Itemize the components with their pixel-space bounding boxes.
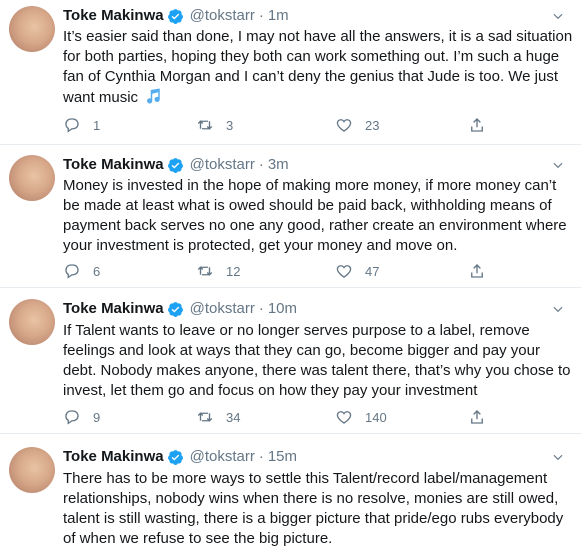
- tweet[interactable]: Toke Makinwa @tokstarr · 3m Money is inv…: [0, 145, 581, 288]
- like-count: 140: [365, 409, 387, 425]
- like-button[interactable]: 47: [335, 261, 379, 281]
- reply-button[interactable]: 6: [63, 261, 100, 281]
- reply-button[interactable]: 1: [63, 115, 100, 135]
- tweet[interactable]: Toke Makinwa @tokstarr · 15m There has t…: [0, 434, 581, 549]
- tweet[interactable]: Toke Makinwa @tokstarr · 1m It’s easier …: [0, 0, 581, 145]
- reply-icon: [65, 264, 79, 279]
- retweet-button[interactable]: 3: [196, 115, 233, 135]
- musical-note-icon: [147, 88, 160, 104]
- avatar[interactable]: [9, 6, 55, 52]
- like-button[interactable]: 140: [335, 407, 387, 427]
- author-name[interactable]: Toke Makinwa: [63, 155, 164, 175]
- share-icon: [471, 118, 483, 132]
- author-handle[interactable]: @tokstarr: [190, 155, 255, 175]
- author-handle[interactable]: @tokstarr: [190, 299, 255, 319]
- separator-dot: ·: [258, 7, 264, 24]
- timestamp[interactable]: 1m: [268, 6, 289, 26]
- retweet-count: 12: [226, 263, 241, 279]
- like-count: 47: [365, 263, 380, 279]
- author-handle[interactable]: @tokstarr: [190, 447, 255, 467]
- share-icon: [471, 410, 483, 424]
- avatar[interactable]: [9, 299, 55, 345]
- verified-badge-icon: [167, 8, 183, 24]
- retweet-icon: [197, 266, 213, 276]
- retweet-count: 34: [226, 409, 241, 425]
- separator-dot: ·: [258, 448, 264, 465]
- tweet-actions: 9 34 140: [63, 407, 523, 427]
- tweet-body: If Talent wants to leave or no longer se…: [63, 322, 571, 399]
- tweet-actions: 6 12 47: [63, 261, 523, 281]
- retweet-count: 3: [226, 117, 234, 133]
- tweet-text: It’s easier said than done, I may not ha…: [63, 27, 573, 108]
- avatar[interactable]: [9, 447, 55, 493]
- separator-dot: ·: [258, 300, 264, 317]
- retweet-icon: [197, 120, 213, 130]
- separator-dot: ·: [258, 156, 264, 173]
- reply-button[interactable]: 9: [63, 407, 100, 427]
- timestamp[interactable]: 3m: [268, 155, 289, 175]
- tweet-actions: 1 3 23: [63, 115, 523, 135]
- tweet-header: Toke Makinwa @tokstarr · 10m: [63, 299, 297, 319]
- verified-badge-icon: [167, 157, 183, 173]
- chevron-down-icon[interactable]: [551, 302, 565, 316]
- share-button[interactable]: [468, 115, 486, 135]
- timestamp[interactable]: 15m: [268, 447, 297, 467]
- share-button[interactable]: [468, 261, 486, 281]
- tweet-header: Toke Makinwa @tokstarr · 3m: [63, 155, 289, 175]
- heart-icon: [336, 265, 352, 278]
- author-name[interactable]: Toke Makinwa: [63, 6, 164, 26]
- verified-badge-icon: [167, 301, 183, 317]
- tweet-header: Toke Makinwa @tokstarr · 1m: [63, 6, 289, 26]
- tweet-text: There has to be more ways to settle this…: [63, 469, 573, 549]
- chevron-down-icon[interactable]: [551, 158, 565, 172]
- reply-count: 9: [93, 409, 101, 425]
- heart-icon: [336, 411, 352, 424]
- chevron-down-icon[interactable]: [551, 450, 565, 464]
- author-name[interactable]: Toke Makinwa: [63, 299, 164, 319]
- retweet-icon: [197, 412, 213, 422]
- tweet-text: If Talent wants to leave or no longer se…: [63, 321, 573, 401]
- tweet-body: There has to be more ways to settle this…: [63, 470, 564, 547]
- reply-count: 1: [93, 117, 101, 133]
- reply-icon: [65, 118, 79, 133]
- tweet-body: It’s easier said than done, I may not ha…: [63, 28, 573, 106]
- author-handle[interactable]: @tokstarr: [190, 6, 255, 26]
- reply-count: 6: [93, 263, 101, 279]
- tweet-text: Money is invested in the hope of making …: [63, 176, 573, 256]
- retweet-button[interactable]: 34: [196, 407, 240, 427]
- avatar[interactable]: [9, 155, 55, 201]
- like-count: 23: [365, 117, 380, 133]
- heart-icon: [336, 119, 352, 132]
- verified-badge-icon: [167, 449, 183, 465]
- tweet-body: Money is invested in the hope of making …: [63, 177, 567, 254]
- retweet-button[interactable]: 12: [196, 261, 240, 281]
- author-name[interactable]: Toke Makinwa: [63, 447, 164, 467]
- share-icon: [471, 264, 483, 278]
- tweet-feed: Toke Makinwa @tokstarr · 1m It’s easier …: [0, 0, 581, 549]
- share-button[interactable]: [468, 407, 486, 427]
- timestamp[interactable]: 10m: [268, 299, 297, 319]
- reply-icon: [65, 410, 79, 425]
- tweet-header: Toke Makinwa @tokstarr · 15m: [63, 447, 297, 467]
- tweet[interactable]: Toke Makinwa @tokstarr · 10m If Talent w…: [0, 288, 581, 434]
- like-button[interactable]: 23: [335, 115, 379, 135]
- chevron-down-icon[interactable]: [551, 9, 565, 23]
